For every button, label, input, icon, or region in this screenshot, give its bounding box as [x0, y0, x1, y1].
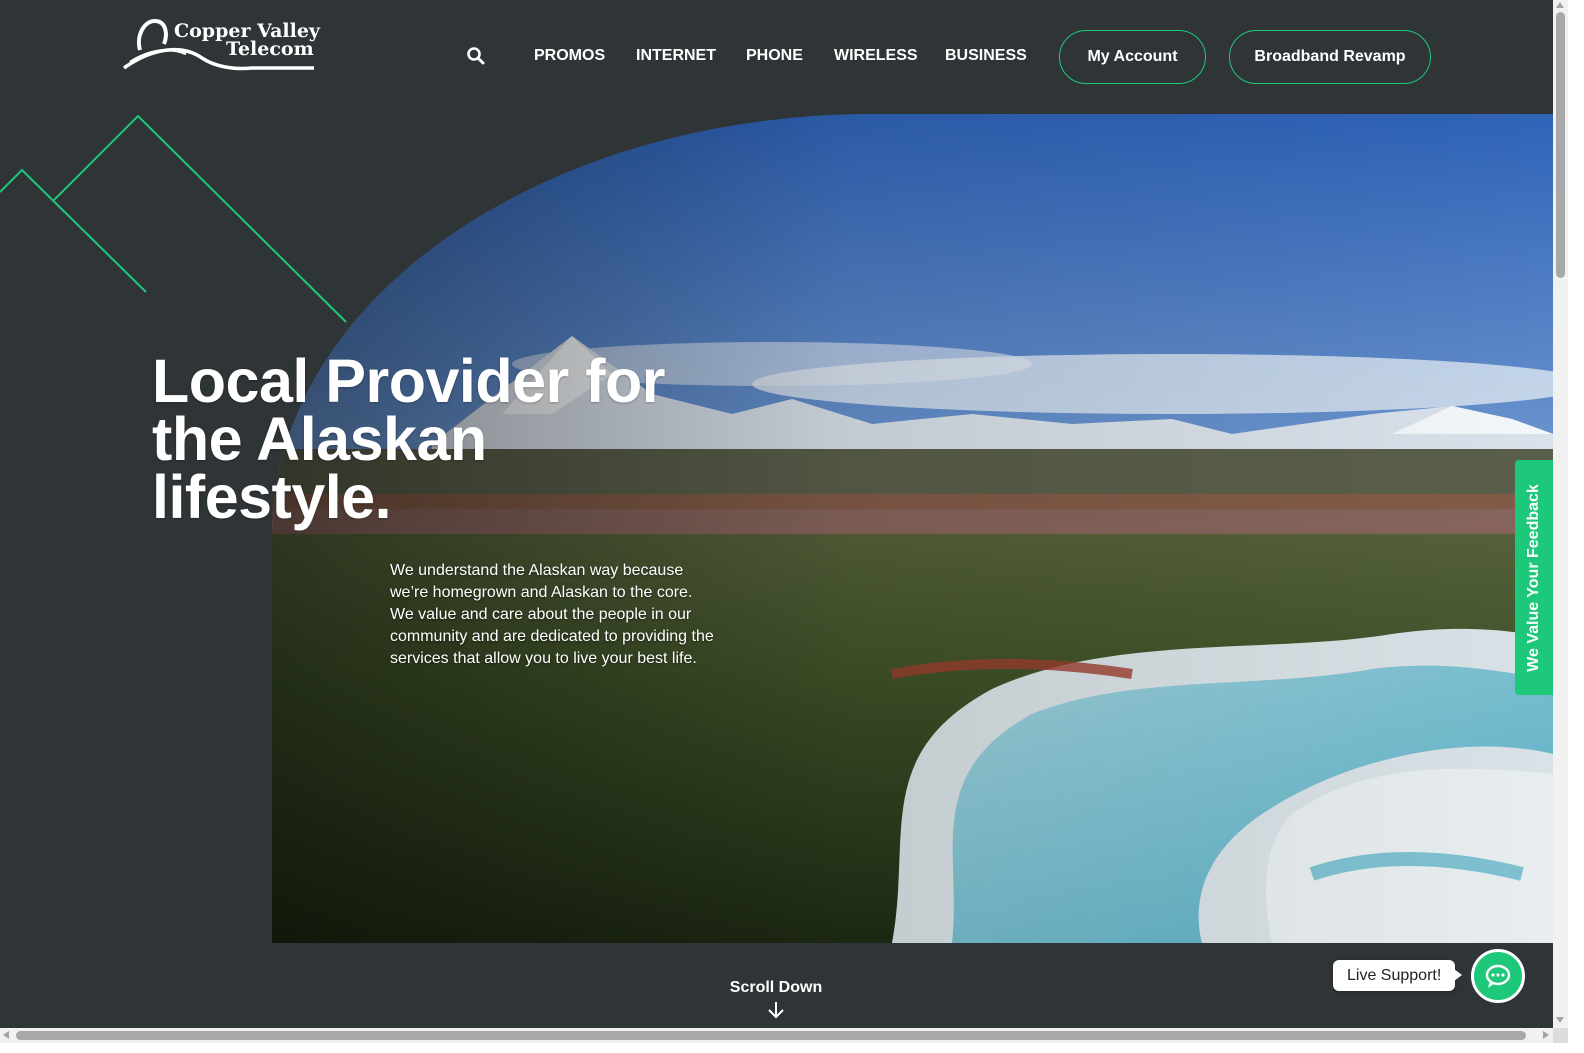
logo[interactable]: Copper Valley Telecom — [122, 18, 322, 74]
scroll-right-arrow-icon[interactable] — [1543, 1031, 1549, 1039]
scrollbar-corner — [1553, 1028, 1568, 1043]
scroll-down-link[interactable]: Scroll Down — [720, 978, 832, 1020]
vertical-scrollbar[interactable] — [1553, 0, 1568, 1028]
mountain-outline-graphic — [0, 114, 347, 323]
arrow-down-icon — [768, 1002, 784, 1019]
horizontal-scrollbar[interactable] — [0, 1028, 1553, 1043]
live-chat-button[interactable] — [1471, 949, 1525, 1003]
broadband-revamp-button[interactable]: Broadband Revamp — [1229, 30, 1431, 84]
my-account-button[interactable]: My Account — [1059, 30, 1206, 84]
hero-image — [272, 114, 1553, 943]
live-support-bubble[interactable]: Live Support! — [1333, 960, 1463, 991]
feedback-tab[interactable]: We Value Your Feedback — [1515, 460, 1553, 695]
chat-bubble-icon — [1485, 964, 1511, 988]
search-icon[interactable] — [466, 46, 486, 66]
nav-business[interactable]: BUSINESS — [945, 44, 1027, 68]
scroll-left-arrow-icon[interactable] — [3, 1031, 9, 1039]
scroll-down-arrow-icon[interactable] — [1556, 1017, 1564, 1023]
hero-title: Local Provider for the Alaskan lifestyle… — [152, 347, 666, 531]
scroll-down-label: Scroll Down — [729, 979, 823, 996]
window-right-edge — [1568, 0, 1584, 1053]
vertical-scrollbar-thumb[interactable] — [1556, 12, 1565, 278]
logo-text: Copper Valley Telecom — [174, 22, 320, 60]
nav-phone[interactable]: PHONE — [746, 44, 803, 68]
nav-internet[interactable]: INTERNET — [636, 44, 716, 68]
nav-wireless[interactable]: WIRELESS — [834, 44, 918, 68]
logo-line-2: Telecom — [226, 38, 314, 60]
horizontal-scrollbar-thumb[interactable] — [16, 1031, 1526, 1040]
scroll-up-arrow-icon[interactable] — [1556, 2, 1564, 8]
feedback-tab-label: We Value Your Feedback — [1525, 483, 1543, 672]
nav-promos[interactable]: PROMOS — [534, 44, 605, 68]
hero-description: We understand the Alaskan way because we… — [390, 562, 714, 667]
window-bottom-edge — [0, 1043, 1584, 1053]
